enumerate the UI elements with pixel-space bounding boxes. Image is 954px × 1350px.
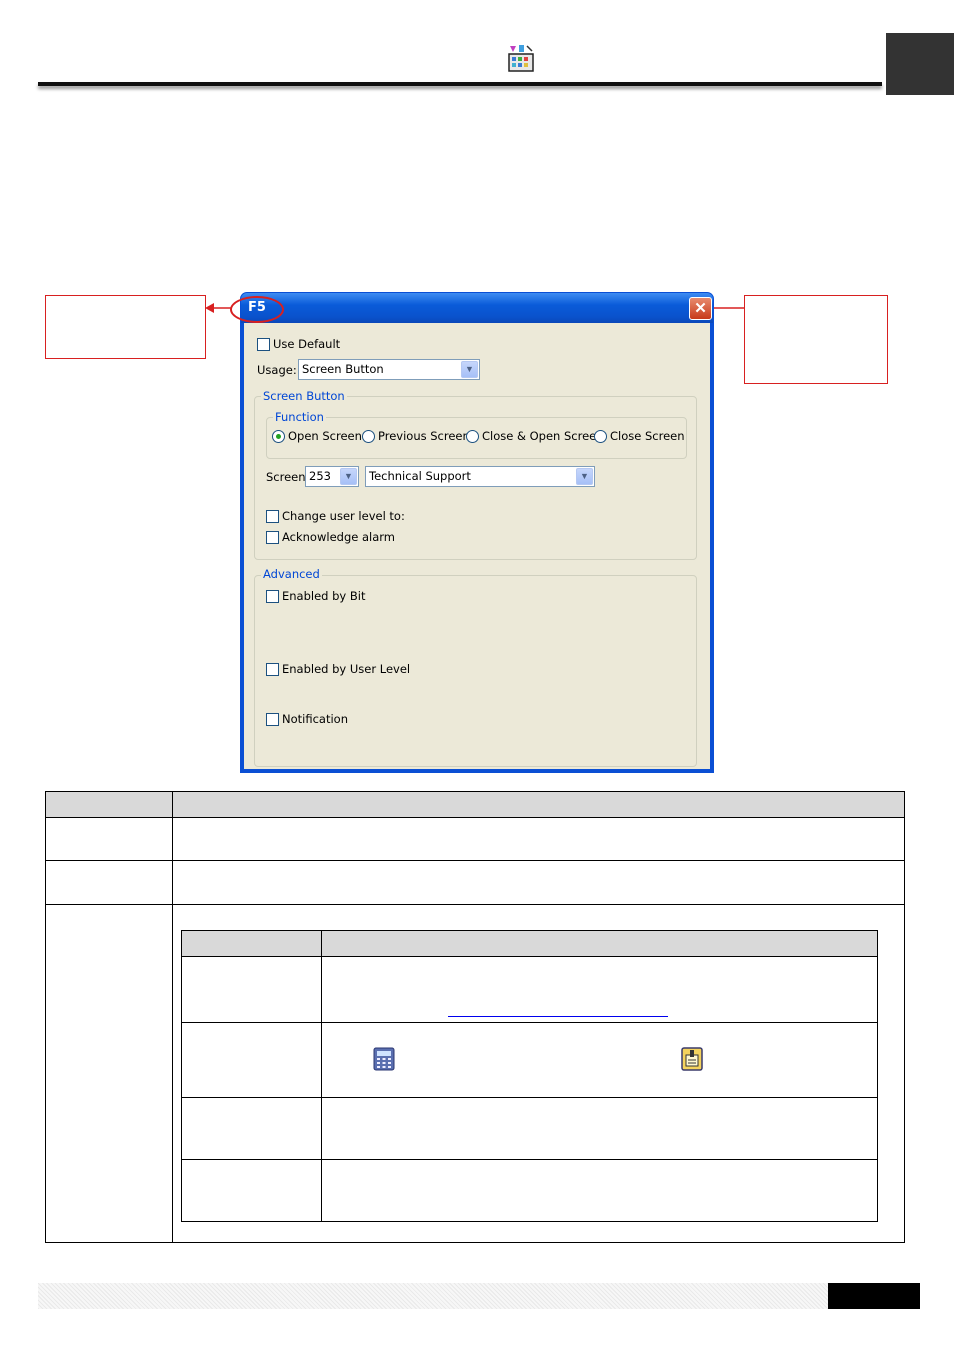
table-border [45,860,905,861]
callout-box-left [45,295,206,359]
screen-name-select[interactable]: Technical Support ▼ [365,466,595,487]
inner-table-border [181,930,878,931]
inner-table-border [181,1221,878,1222]
screen-number-select[interactable]: 253 ▼ [305,466,359,487]
acknowledge-alarm-label: Acknowledge alarm [282,530,395,544]
notification-label: Notification [282,712,348,726]
calculator-icon [373,1047,395,1076]
screen-label: Screen: [266,470,310,484]
screen-button-group-title: Screen Button [261,389,347,403]
notification-checkbox[interactable] [266,713,279,726]
screen-number-value: 253 [309,469,331,483]
radio-close-open-screen[interactable] [466,430,479,443]
change-user-level-checkbox[interactable] [266,510,279,523]
page-number-block [828,1283,920,1309]
table-border [45,817,905,818]
inner-table-border [321,930,322,1222]
use-default-label: Use Default [273,337,341,351]
toolbox-icon [505,42,537,74]
acknowledge-alarm-checkbox[interactable] [266,531,279,544]
inner-table-border [181,1159,878,1160]
screen-name-value: Technical Support [369,469,471,483]
table-border [45,1242,905,1243]
dialog-titlebar[interactable] [241,293,713,323]
chapter-tab [886,33,954,95]
header-rule [38,82,882,86]
title-highlight-ellipse [230,296,284,323]
advanced-group-title: Advanced [261,567,322,581]
radio-open-screen-label: Open Screen [288,429,362,443]
callout-box-right [744,295,888,384]
enabled-by-user-level-checkbox[interactable] [266,663,279,676]
address-tag-icon [681,1047,703,1076]
use-default-checkbox[interactable] [257,338,270,351]
table-border [45,791,46,1243]
footer-band [38,1283,828,1309]
table-border [172,791,173,1243]
radio-open-screen[interactable] [272,430,285,443]
chevron-down-icon[interactable]: ▼ [340,468,357,485]
enabled-by-user-level-label: Enabled by User Level [282,662,411,676]
table-border [45,791,905,792]
radio-close-open-screen-label: Close & Open Screen [482,429,604,443]
radio-close-screen[interactable] [594,430,607,443]
inner-table-border [181,1022,878,1023]
change-user-level-label: Change user level to: [282,509,405,523]
inner-table-border [181,1097,878,1098]
usage-select-value: Screen Button [302,362,384,376]
chevron-down-icon[interactable]: ▼ [461,361,478,378]
table-border [45,904,905,905]
enabled-by-bit-checkbox[interactable] [266,590,279,603]
chevron-down-icon[interactable]: ▼ [576,468,593,485]
close-icon: ✕ [694,300,707,317]
inner-table-header-row [182,931,877,956]
usage-select[interactable]: Screen Button ▼ [298,359,480,380]
radio-close-screen-label: Close Screen [610,429,685,443]
radio-previous-screen[interactable] [362,430,375,443]
inner-table-border [181,956,878,957]
close-button[interactable]: ✕ [689,297,712,320]
enabled-by-bit-label: Enabled by Bit [282,589,366,603]
radio-previous-screen-label: Previous Screen [378,429,470,443]
function-group-title: Function [273,410,326,424]
inner-table-border [181,930,182,1222]
hyperlink-underline[interactable] [448,1016,668,1017]
usage-label: Usage: [257,363,297,377]
inner-table-border [877,930,878,1222]
table-border [904,791,905,1243]
table-header-row [46,792,904,817]
